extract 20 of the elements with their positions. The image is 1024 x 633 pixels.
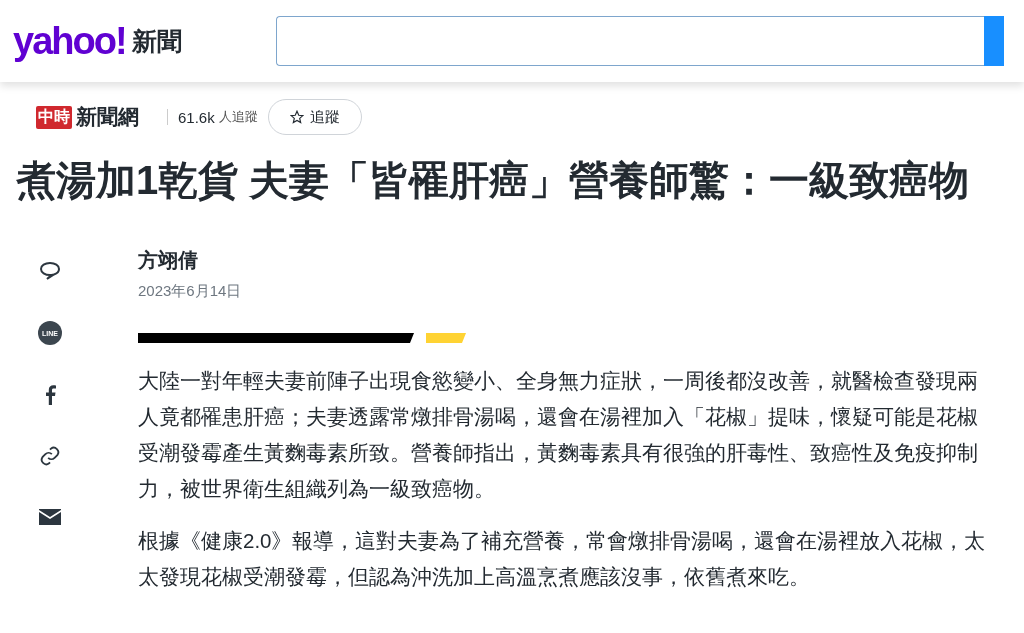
search-field[interactable] (275, 16, 984, 66)
section-title: 新聞 (131, 25, 182, 57)
publish-date: 2023年6月14日 (138, 282, 243, 301)
article-title: 煮湯加1乾貨 夫妻「皆罹肝癌」營養師驚：一級致癌物 (16, 157, 971, 204)
publisher-badge: 中時 (36, 105, 72, 129)
follower-count: 61.6k (178, 108, 215, 126)
follow-button[interactable]: 追蹤 (267, 99, 362, 135)
publisher-name[interactable]: 新聞網 (76, 103, 139, 131)
author-name: 方翊倩 (138, 248, 199, 273)
mail-icon[interactable] (39, 507, 61, 525)
follower-label: 人追蹤 (218, 108, 258, 126)
accent-bar (426, 333, 466, 343)
yahoo-logo[interactable]: yahoo! (13, 19, 126, 63)
facebook-icon[interactable] (44, 385, 56, 405)
search-button[interactable] (983, 16, 1004, 66)
comment-icon[interactable] (39, 261, 61, 281)
link-icon[interactable] (39, 445, 61, 467)
star-icon (289, 110, 304, 124)
article-paragraph: 根據《健康2.0》報導，這對夫妻為了補充營養，常會燉排骨湯喝，還會在湯裡放入花椒，太太發現花椒受潮發霉，但認為沖洗加上高溫烹煮應該沒事，依舊煮來吃。 (138, 528, 987, 590)
article-paragraph: 大陸一對年輕夫妻前陣子出現食慾變小、全身無力症狀，一周後都沒改善，就醫檢查發現兩人竟都罹患肝癌；夫妻透露常燉排骨湯喝，還會在湯裡加入「花椒」提味，懷疑可能是花椒受潮發霉產生黃麴毒素所致。營養師指出，黃麴毒素具有很強的肝毒性、致癌性及免疫抑制力，被世界衛生組織列為一級致癌物。 (138, 368, 979, 502)
